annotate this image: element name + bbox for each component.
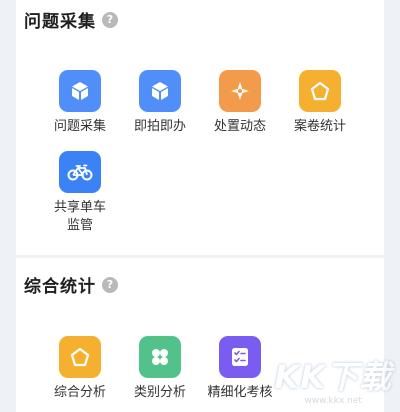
- help-icon[interactable]: ?: [102, 11, 118, 28]
- tile-snap-handle[interactable]: 即拍即办: [120, 70, 200, 136]
- tile-label: 即拍即办: [133, 119, 186, 134]
- cube-icon: [59, 70, 101, 112]
- four-petal-icon: [139, 336, 181, 378]
- compass-icon: [219, 70, 261, 112]
- tile-disposal-dynamics[interactable]: 处置动态: [200, 70, 280, 136]
- section-header-stats: 综合统计 ?: [24, 272, 118, 297]
- tile-case-stats[interactable]: 案卷统计: [280, 70, 360, 136]
- tile-label: 精细化考核: [207, 385, 273, 400]
- bicycle-icon: [59, 151, 101, 193]
- tile-label: 共享单车监管: [53, 200, 106, 233]
- tile-label: 类别分析: [133, 385, 186, 400]
- help-icon[interactable]: ?: [102, 276, 118, 293]
- pentagon-icon: [299, 70, 341, 112]
- tile-bike-supervision[interactable]: 共享单车监管: [40, 151, 120, 235]
- tile-problem-collect[interactable]: 问题采集: [40, 70, 120, 136]
- section-header-collect: 问题采集 ?: [24, 7, 118, 32]
- cube-icon: [139, 70, 181, 112]
- watermark-logo: KK下载: [274, 358, 392, 396]
- section-title: 问题采集: [24, 12, 96, 32]
- tile-label: 处置动态: [213, 119, 266, 134]
- tile-label: 案卷统计: [293, 119, 346, 134]
- watermark: KK下载 www.kkx.net: [274, 352, 392, 406]
- tile-comprehensive-analysis[interactable]: 综合分析: [40, 336, 120, 402]
- section-title: 综合统计: [24, 277, 96, 297]
- tile-category-analysis[interactable]: 类别分析: [120, 336, 200, 402]
- pentagon-icon: [59, 336, 101, 378]
- tile-refined-assessment[interactable]: 精细化考核: [200, 336, 280, 402]
- tile-label: 问题采集: [53, 119, 106, 134]
- checklist-icon: [219, 336, 261, 378]
- tile-label: 综合分析: [53, 385, 106, 400]
